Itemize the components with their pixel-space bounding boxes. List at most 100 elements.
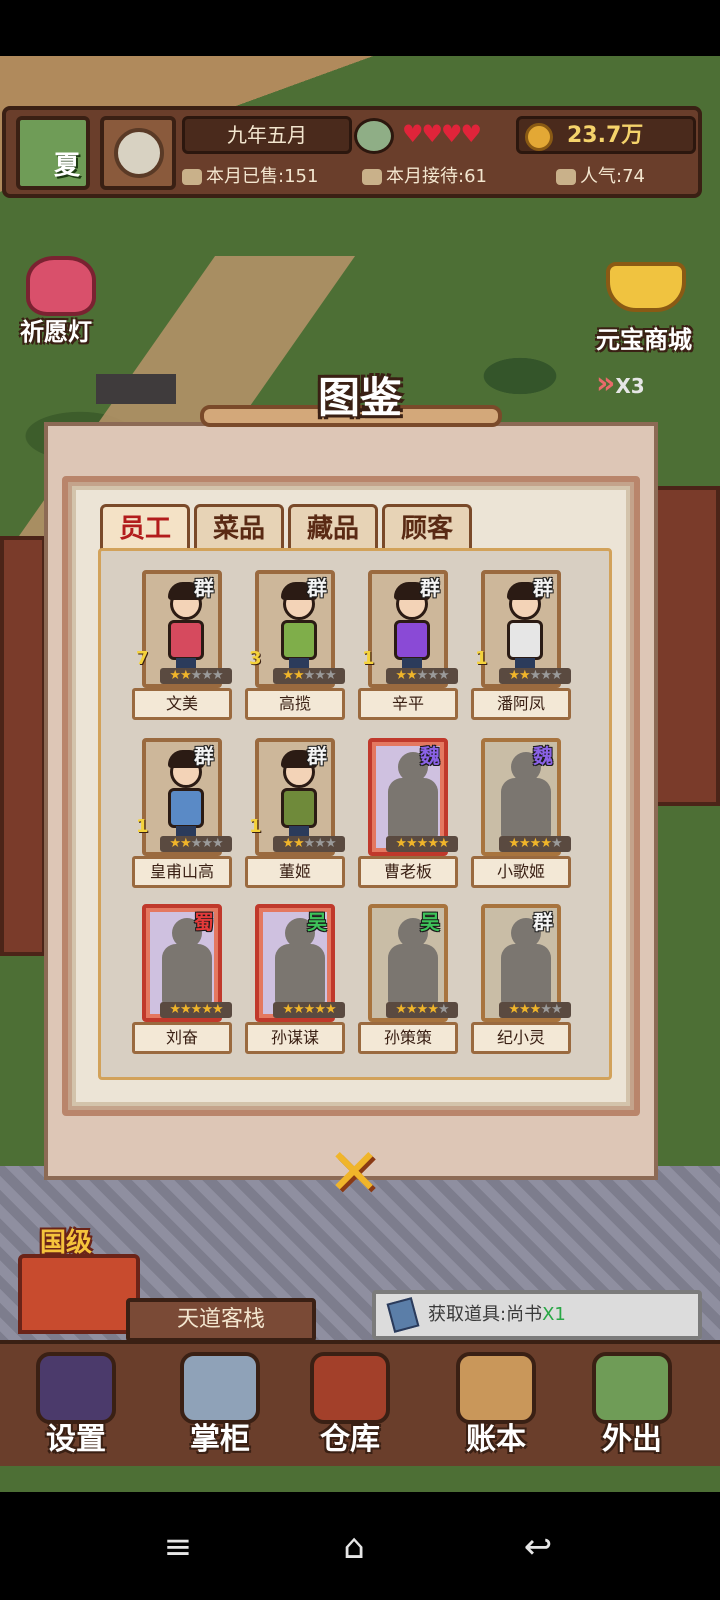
- coin-counter[interactable]: 23.7万: [516, 116, 696, 154]
- inn-icon[interactable]: [18, 1254, 140, 1334]
- gold-ingot-icon[interactable]: [606, 262, 686, 312]
- inn-rank-badge: 国级: [40, 1228, 93, 1258]
- close-button[interactable]: ✕: [314, 1140, 394, 1206]
- season-indicator[interactable]: 夏: [16, 116, 90, 190]
- star-icon: ★: [519, 1002, 531, 1017]
- star-icon: ★: [519, 836, 531, 851]
- warehouse-label: 仓库: [320, 1422, 380, 1457]
- staff-name: 董姬: [245, 856, 345, 888]
- staff-card[interactable]: 群 ★★★★★ 1 皇甫山高: [132, 738, 232, 888]
- silhouette-body: [388, 778, 438, 840]
- star-icon: ★: [406, 836, 418, 851]
- speed-button[interactable]: »X3: [596, 366, 645, 401]
- menu-icon[interactable]: ≡: [148, 1522, 208, 1572]
- portrait-body: [281, 620, 317, 660]
- star-icon: ★: [540, 836, 552, 851]
- tab-dishes[interactable]: 菜品: [194, 504, 284, 550]
- staff-card[interactable]: 群 ★★★★★ 纪小灵: [471, 904, 571, 1054]
- star-icon: ★: [303, 1002, 316, 1017]
- star-icon: ★: [416, 668, 429, 683]
- speaker-icon: [556, 169, 576, 185]
- faction-badge: 魏: [420, 744, 440, 768]
- star-icon: ★: [201, 668, 213, 683]
- star-icon: ★: [550, 668, 563, 683]
- faction-badge: 魏: [533, 744, 553, 768]
- card-portrait-frame: 魏 ★★★★★: [368, 738, 458, 856]
- star-icon: ★: [324, 668, 337, 683]
- bowl-icon: [182, 169, 202, 185]
- faction-badge: 群: [533, 910, 553, 934]
- card-portrait-frame: 群 ★★★★★: [481, 904, 571, 1022]
- item-notification: 获取道具:尚书X1: [372, 1290, 702, 1340]
- wish-lantern-icon[interactable]: [26, 256, 96, 316]
- star-icon: ★: [282, 668, 294, 683]
- wish-lantern-label[interactable]: 祈愿灯: [20, 312, 92, 347]
- ingot-shop-label[interactable]: 元宝商城: [596, 320, 692, 355]
- warehouse-button[interactable]: 仓库: [290, 1346, 410, 1462]
- star-icon: ★: [529, 836, 542, 851]
- star-icon: ★: [211, 1002, 224, 1017]
- shopkeeper-avatar[interactable]: [354, 118, 394, 154]
- shopkeeper-button[interactable]: 掌柜: [160, 1346, 280, 1462]
- inn-name[interactable]: 天道客栈: [126, 1298, 316, 1342]
- staff-card[interactable]: 魏 ★★★★★ 曹老板: [358, 738, 458, 888]
- status-bar: [0, 0, 720, 56]
- level-number: 1: [362, 648, 375, 669]
- star-icon: ★: [293, 668, 305, 683]
- faction-badge: 群: [194, 576, 214, 600]
- star-icon: ★: [180, 1002, 192, 1017]
- staff-card[interactable]: 吴 ★★★★★ 孙策策: [358, 904, 458, 1054]
- ledger-label: 账本: [466, 1422, 526, 1457]
- star-icon: ★: [282, 836, 294, 851]
- portrait-body: [168, 620, 204, 660]
- staff-card[interactable]: 群 ★★★★★ 1 董姬: [245, 738, 345, 888]
- tab-collectibles[interactable]: 藏品: [288, 504, 378, 550]
- card-portrait-frame: 吴 ★★★★★: [255, 904, 345, 1022]
- clock-button[interactable]: [100, 116, 176, 190]
- staff-card[interactable]: 群 ★★★★★ 7 文美: [132, 570, 232, 720]
- silhouette-body: [501, 944, 551, 1006]
- book-icon: [386, 1297, 420, 1333]
- staff-card[interactable]: 魏 ★★★★★ 小歌姬: [471, 738, 571, 888]
- tab-customers[interactable]: 顾客: [382, 504, 472, 550]
- star-icon: ★: [169, 668, 181, 683]
- staff-name: 辛平: [358, 688, 458, 720]
- card-portrait-frame: 群 ★★★★★: [142, 738, 232, 856]
- staff-card[interactable]: 群 ★★★★★ 3 高揽: [245, 570, 345, 720]
- portrait-body: [281, 788, 317, 828]
- staff-card[interactable]: 吴 ★★★★★ 孙谋谋: [245, 904, 345, 1054]
- star-icon: ★: [303, 668, 316, 683]
- staff-card[interactable]: 蜀 ★★★★★ 刘奋: [132, 904, 232, 1054]
- shopkeeper-label: 掌柜: [190, 1422, 250, 1457]
- star-icon: ★: [395, 1002, 407, 1017]
- level-number: 1: [249, 816, 262, 837]
- star-icon: ★: [190, 1002, 203, 1017]
- portrait-body: [168, 788, 204, 828]
- star-icon: ★: [437, 1002, 450, 1017]
- star-icon: ★: [293, 836, 305, 851]
- close-icon: ✕: [327, 1136, 381, 1210]
- star-icon: ★: [529, 668, 542, 683]
- staff-card[interactable]: 群 ★★★★★ 1 潘阿凤: [471, 570, 571, 720]
- popularity-value: 74: [622, 166, 645, 187]
- speed-label: X3: [615, 374, 645, 398]
- star-rating: ★★★★★: [160, 668, 232, 684]
- clock-icon: [114, 128, 164, 178]
- faction-badge: 蜀: [194, 910, 214, 934]
- home-icon[interactable]: ⌂: [324, 1522, 384, 1572]
- outing-button[interactable]: 外出: [572, 1346, 692, 1462]
- fast-forward-icon: »: [596, 366, 616, 401]
- staff-card[interactable]: 群 ★★★★★ 1 辛平: [358, 570, 458, 720]
- staff-name: 刘奋: [132, 1022, 232, 1054]
- faction-badge: 群: [307, 744, 327, 768]
- ledger-button[interactable]: 账本: [436, 1346, 556, 1462]
- tab-staff[interactable]: 员工: [100, 504, 190, 550]
- star-icon: ★: [314, 668, 326, 683]
- level-number: 7: [136, 648, 149, 669]
- served-value: 61: [464, 166, 487, 187]
- staff-name: 文美: [132, 688, 232, 720]
- star-rating: ★★★★★: [386, 668, 458, 684]
- faction-badge: 群: [533, 576, 553, 600]
- back-icon[interactable]: ↩: [508, 1522, 568, 1572]
- settings-button[interactable]: 设置: [16, 1346, 136, 1462]
